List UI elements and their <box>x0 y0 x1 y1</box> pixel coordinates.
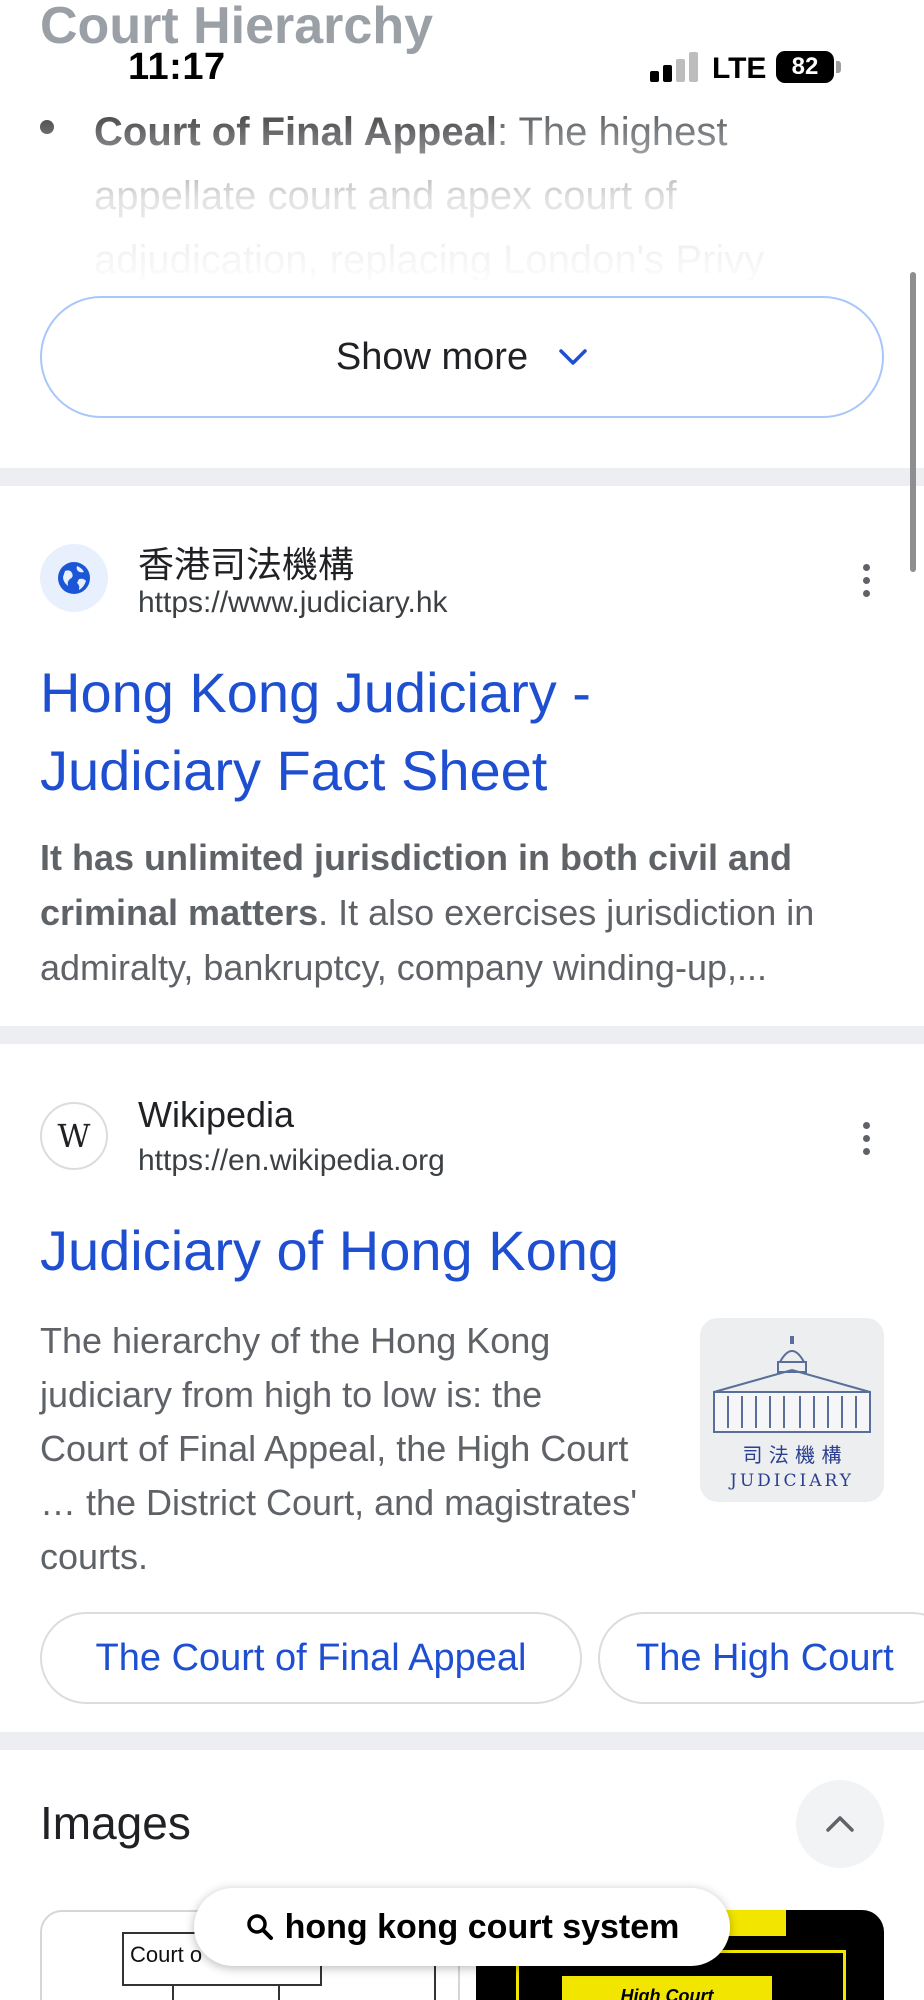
bullet-text: Court of Final Appeal: The highest appel… <box>94 100 880 280</box>
diagram-high-court-box: High Court <box>562 1976 772 2000</box>
site-url[interactable]: https://www.judiciary.hk <box>138 586 448 620</box>
chart-connector <box>278 1986 280 2000</box>
status-bar: 11:17 LTE 82 <box>0 0 924 90</box>
site-name[interactable]: Wikipedia <box>138 1094 294 1136</box>
search-query: hong kong court system <box>284 1907 680 1946</box>
more-options-icon[interactable] <box>858 1122 874 1162</box>
section-divider <box>0 468 924 486</box>
section-divider <box>0 1732 924 1750</box>
result-snippet: It has unlimited jurisdiction in both ci… <box>40 830 890 995</box>
show-more-label: Show more <box>335 335 529 378</box>
thumb-chinese-text: 司 法 機 構 <box>742 1443 841 1467</box>
chevron-up-icon <box>826 1816 854 1832</box>
more-options-icon[interactable] <box>858 564 874 604</box>
search-icon <box>246 1914 273 1940</box>
globe-icon <box>40 544 108 612</box>
chart-box-label: Court o <box>130 1942 203 1967</box>
chip-high-court[interactable]: The High Court <box>598 1612 924 1704</box>
overview-bullet: Court of Final Appeal: The highest appel… <box>40 100 880 280</box>
chevron-down-icon <box>559 349 587 365</box>
thumb-english-text: JUDICIARY <box>728 1471 854 1491</box>
judiciary-thumbnail[interactable]: 司 法 機 構 JUDICIARY <box>700 1318 884 1502</box>
search-result-judiciary-hk: 香港司法機構 https://www.judiciary.hk Hong Kon… <box>0 486 924 1026</box>
result-title-line1[interactable]: Hong Kong Judiciary - <box>40 654 591 732</box>
result-snippet: The hierarchy of the Hong Kong judiciary… <box>40 1320 638 1577</box>
bullet-dot <box>40 120 54 134</box>
wikipedia-icon: W <box>40 1102 108 1170</box>
bullet-bold: Court of Final Appeal <box>94 110 497 154</box>
judiciary-building-image: 司 法 機 構 JUDICIARY <box>700 1318 884 1502</box>
site-url[interactable]: https://en.wikipedia.org <box>138 1144 445 1178</box>
site-name[interactable]: 香港司法機構 <box>138 536 354 588</box>
battery-cap <box>836 61 841 73</box>
status-time: 11:17 <box>128 46 226 88</box>
floating-search-pill[interactable]: hong kong court system <box>194 1888 730 1966</box>
wikipedia-letter: W <box>57 1117 91 1155</box>
result-title[interactable]: Judiciary of Hong Kong <box>40 1212 619 1290</box>
chip-court-of-final-appeal[interactable]: The Court of Final Appeal <box>40 1612 582 1704</box>
signal-icon <box>650 52 698 82</box>
search-result-wikipedia: W Wikipedia https://en.wikipedia.org Jud… <box>0 1044 924 1744</box>
battery-icon: 82 <box>776 51 834 83</box>
result-title-line2[interactable]: Judiciary Fact Sheet <box>40 732 547 810</box>
section-divider <box>0 1026 924 1044</box>
scrollbar[interactable] <box>910 272 916 572</box>
show-more-button[interactable]: Show more <box>40 296 884 418</box>
collapse-button[interactable] <box>796 1780 884 1868</box>
chart-connector <box>172 1986 174 2000</box>
images-heading: Images <box>40 1797 191 1849</box>
network-type: LTE <box>712 52 767 85</box>
